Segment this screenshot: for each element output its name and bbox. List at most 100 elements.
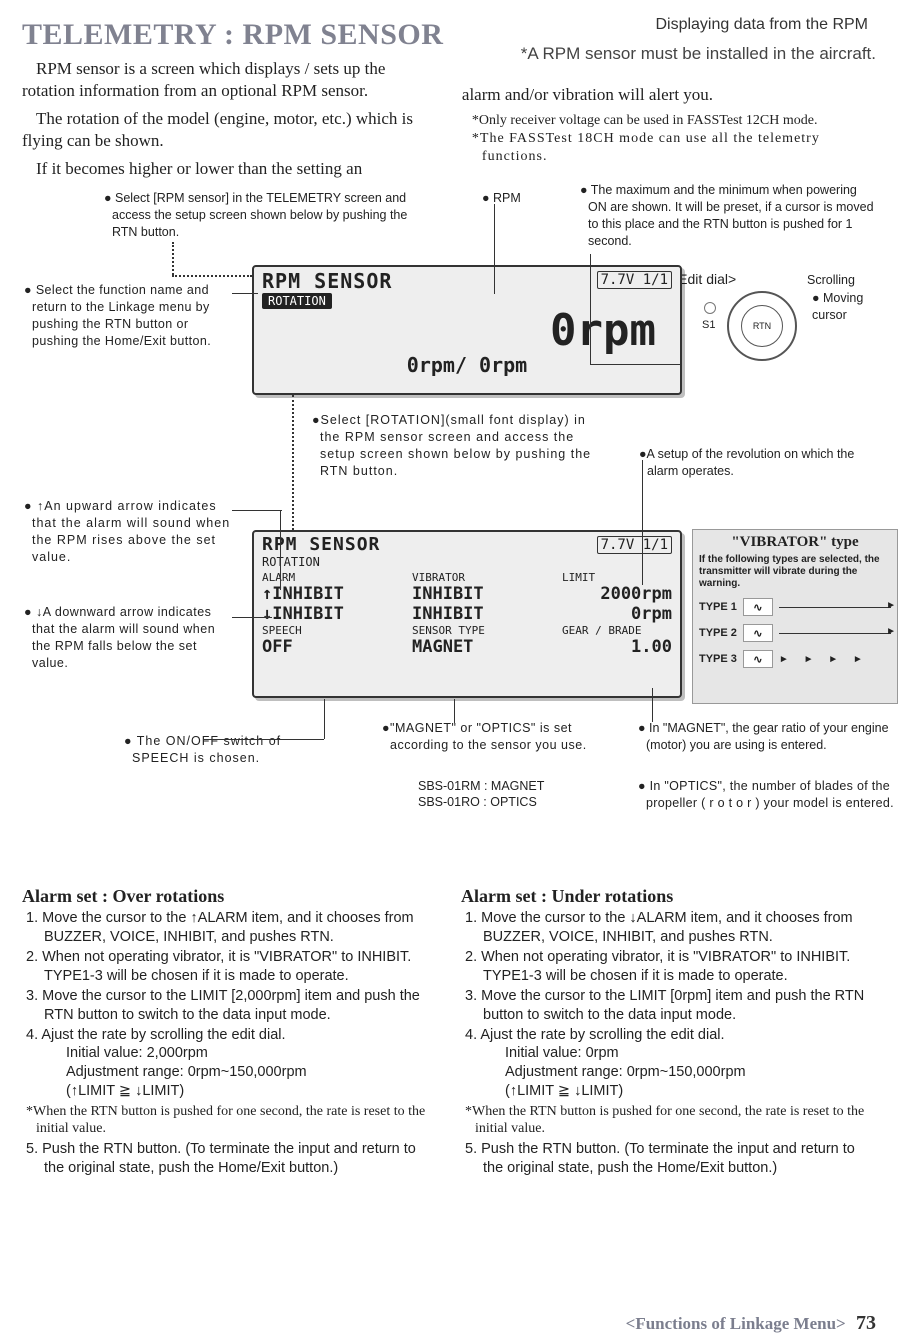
- connector-line: [280, 510, 281, 590]
- over-step3: 3. Move the cursor to the LIMIT [2,000rp…: [22, 987, 437, 1025]
- vib-row-1: TYPE 1∿: [699, 598, 891, 616]
- lcd2-h-gear: GEAR / BRADE: [562, 624, 672, 637]
- under-step2: 2. When not operating vibrator, it is "V…: [461, 948, 876, 986]
- vib-sub: If the following types are selected, the…: [699, 554, 891, 590]
- vib-title: "VIBRATOR" type: [699, 534, 891, 551]
- callout-dn-arrow: ● ↓A downward arrow indicates that the a…: [22, 604, 232, 672]
- intro-columns: RPM sensor is a screen which displays / …: [22, 58, 876, 186]
- lcd2-h-stype: SENSOR TYPE: [412, 624, 562, 637]
- over-step1: 1. Move the cursor to the ↑ALARM item, a…: [22, 909, 437, 947]
- lcd2-dn-alarm: ↓INHIBIT: [262, 604, 412, 624]
- callout-setup-rev: ●A setup of the revolution on which the …: [637, 446, 877, 480]
- callout-magnet-gear: ● In "MAGNET", the gear ratio of your en…: [636, 720, 894, 754]
- under-initial: Initial value: 0rpm: [483, 1044, 876, 1063]
- wave-arrows-icon: ► ► ► ►: [779, 654, 891, 665]
- callout-optics-blade: ● In "OPTICS", the number of blades of t…: [636, 778, 894, 812]
- intro-r3: *The FASSTest 18CH mode can use all the …: [462, 130, 872, 166]
- under-cond: (↑LIMIT ≧ ↓LIMIT): [483, 1082, 876, 1101]
- under-title: Alarm set : Under rotations: [461, 886, 876, 907]
- lcd-screen-1: RPM SENSOR ROTATION 7.7V 1/1 0rpm 0rpm/ …: [252, 265, 682, 395]
- col-under: Alarm set : Under rotations 1. Move the …: [461, 886, 876, 1178]
- over-initial: Initial value: 2,000rpm: [44, 1044, 437, 1063]
- footer-menu: <Functions of Linkage Menu>: [626, 1314, 846, 1333]
- under-step1: 1. Move the cursor to the ↓ALARM item, a…: [461, 909, 876, 947]
- scrolling-label: Scrolling: [807, 272, 855, 289]
- over-cond: (↑LIMIT ≧ ↓LIMIT): [44, 1082, 437, 1101]
- over-step2: 2. When not operating vibrator, it is "V…: [22, 948, 437, 986]
- under-step4: 4. Ajust the rate by scrolling the edit …: [461, 1026, 876, 1101]
- vib-row-2: TYPE 2∿: [699, 624, 891, 642]
- lcd2-rotation: ROTATION: [254, 555, 680, 569]
- footer: <Functions of Linkage Menu> 73: [626, 1312, 876, 1335]
- over-star: *When the RTN button is pushed for one s…: [22, 1103, 437, 1138]
- lcd2-dn-vib: INHIBIT: [412, 604, 562, 624]
- callout-magnet: ●"MAGNET" or "OPTICS" is set according t…: [380, 720, 610, 754]
- lcd1-rotation-tag: ROTATION: [262, 293, 332, 309]
- over-step5: 5. Push the RTN button. (To terminate th…: [22, 1140, 437, 1178]
- connector-line: [232, 293, 258, 294]
- lcd2-dn-limit: 0rpm: [562, 604, 672, 624]
- diagram-area: ● Select [RPM sensor] in the TELEMETRY s…: [22, 190, 876, 880]
- header-context: Displaying data from the RPM: [655, 16, 868, 34]
- bottom-columns: Alarm set : Over rotations 1. Move the c…: [22, 886, 876, 1178]
- intro-right: alarm and/or vibration will alert you. *…: [462, 58, 872, 186]
- lcd2-h-limit: LIMIT: [562, 571, 672, 584]
- callout-sbs2: SBS-01RO : OPTICS: [418, 794, 537, 811]
- s1-label: S1: [702, 318, 715, 333]
- install-note: *A RPM sensor must be installed in the a…: [521, 44, 876, 64]
- intro-r1: alarm and/or vibration will alert you.: [462, 84, 872, 106]
- connector-line: [232, 617, 272, 618]
- connector-line: [590, 364, 682, 365]
- callout-up-arrow: ● ↑An upward arrow indicates that the al…: [22, 498, 232, 566]
- lcd2-v-speech: OFF: [262, 637, 412, 657]
- callout-rotation: ●Select [ROTATION](small font display) i…: [310, 412, 610, 480]
- intro-p3: If it becomes higher or lower than the s…: [22, 158, 432, 180]
- col-over: Alarm set : Over rotations 1. Move the c…: [22, 886, 437, 1178]
- callout-sbs1: SBS-01RM : MAGNET: [418, 778, 544, 795]
- connector-line: [204, 739, 324, 740]
- lcd2-up-alarm: ↑INHIBIT: [262, 584, 412, 604]
- connector-line: [232, 510, 282, 511]
- lcd2-v-stype: MAGNET: [412, 637, 562, 657]
- wave-icon: ∿: [743, 598, 773, 616]
- over-range: Adjustment range: 0rpm~150,000rpm: [44, 1063, 437, 1082]
- intro-p2: The rotation of the model (engine, motor…: [22, 108, 432, 152]
- connector-line: [494, 204, 495, 294]
- lcd2-v-gear: 1.00: [562, 637, 672, 657]
- lcd1-big-rpm: 0rpm: [254, 309, 680, 353]
- lcd-screen-2: RPM SENSOR ROTATION 7.7V 1/1 ALARM VIBRA…: [252, 530, 682, 698]
- wave-icon: ∿: [743, 624, 773, 642]
- intro-left: RPM sensor is a screen which displays / …: [22, 58, 432, 186]
- callout-funcname: ● Select the function name and return to…: [22, 282, 232, 350]
- dotted-line: [172, 242, 174, 275]
- moving-cursor-label: ● Moving cursor: [812, 290, 876, 324]
- connector-line: [590, 254, 591, 364]
- vib-row-3: TYPE 3∿► ► ► ►: [699, 650, 891, 668]
- dotted-line: [172, 275, 252, 277]
- intro-p1: RPM sensor is a screen which displays / …: [22, 58, 432, 102]
- lcd2-up-limit: 2000rpm: [562, 584, 672, 604]
- wave-icon: ∿: [743, 650, 773, 668]
- edit-dial-icon: RTN: [727, 291, 797, 361]
- wave-line-icon: [779, 607, 891, 608]
- under-range: Adjustment range: 0rpm~150,000rpm: [483, 1063, 876, 1082]
- s1-dot-icon: [704, 302, 716, 314]
- lcd2-h-alarm: ALARM: [262, 571, 412, 584]
- connector-line: [642, 460, 643, 585]
- lcd1-sub-rpm: 0rpm/ 0rpm: [254, 353, 680, 377]
- callout-rpm-label: ● RPM: [482, 190, 521, 207]
- vibrator-type-box: "VIBRATOR" type If the following types a…: [692, 529, 898, 704]
- under-step5: 5. Push the RTN button. (To terminate th…: [461, 1140, 876, 1178]
- page-number: 73: [856, 1312, 876, 1334]
- intro-r2: *Only receiver voltage can be used in FA…: [462, 112, 872, 130]
- lcd2-battery: 7.7V 1/1: [597, 536, 672, 554]
- lcd2-up-vib: INHIBIT: [412, 584, 562, 604]
- under-step3: 3. Move the cursor to the LIMIT [0rpm] i…: [461, 987, 876, 1025]
- lcd1-battery: 7.7V 1/1: [597, 271, 672, 289]
- under-star: *When the RTN button is pushed for one s…: [461, 1103, 876, 1138]
- dotted-line: [292, 395, 294, 530]
- callout-select-sensor: ● Select [RPM sensor] in the TELEMETRY s…: [102, 190, 432, 241]
- wave-line-icon: [779, 633, 891, 634]
- lcd2-h-speech: SPEECH: [262, 624, 412, 637]
- callout-maxmin: ● The maximum and the minimum when power…: [578, 182, 878, 250]
